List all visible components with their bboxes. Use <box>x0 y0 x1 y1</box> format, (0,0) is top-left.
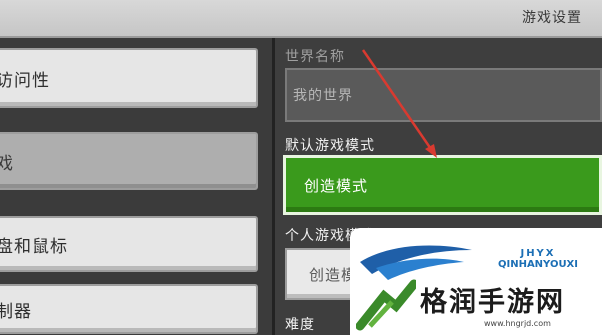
sidebar-item-game[interactable]: 戏 <box>0 132 258 190</box>
difficulty-label: 难度 <box>285 317 315 333</box>
page-title: 游戏设置 <box>522 10 582 26</box>
world-name-value: 我的世界 <box>293 88 353 104</box>
annotation-arrow-icon <box>361 49 437 158</box>
settings-sidebar: 访问性 戏 盘和鼠标 制器 <box>0 38 275 335</box>
brand-pinyin: QINHANYOUXI <box>497 259 578 270</box>
brand-letters: JHYX <box>520 248 556 259</box>
default-mode-value: 创造模式 <box>304 176 369 195</box>
sidebar-item-label: 访问性 <box>0 70 50 91</box>
sidebar-item-label: 盘和鼠标 <box>0 236 68 257</box>
site-name: 格润手游网 <box>420 287 565 318</box>
site-url: www.hngrjd.com <box>484 319 551 328</box>
sidebar-item-accessibility[interactable]: 访问性 <box>0 48 258 108</box>
sidebar-item-label: 制器 <box>0 301 32 322</box>
sidebar-item-controller[interactable]: 制器 <box>0 284 258 334</box>
site-watermark: JHYX QINHANYOUXI 格润手游网 www.hngrjd.com <box>350 228 602 335</box>
brand-badge: JHYX QINHANYOUXI <box>476 248 600 270</box>
leaf-logo-icon <box>356 279 416 331</box>
sidebar-item-keyboard-mouse[interactable]: 盘和鼠标 <box>0 216 258 272</box>
default-mode-dropdown[interactable]: 创造模式 <box>283 155 602 215</box>
world-name-label: 世界名称 <box>285 49 345 65</box>
settings-header: 游戏设置 <box>0 0 602 38</box>
sidebar-item-label: 戏 <box>0 149 14 174</box>
